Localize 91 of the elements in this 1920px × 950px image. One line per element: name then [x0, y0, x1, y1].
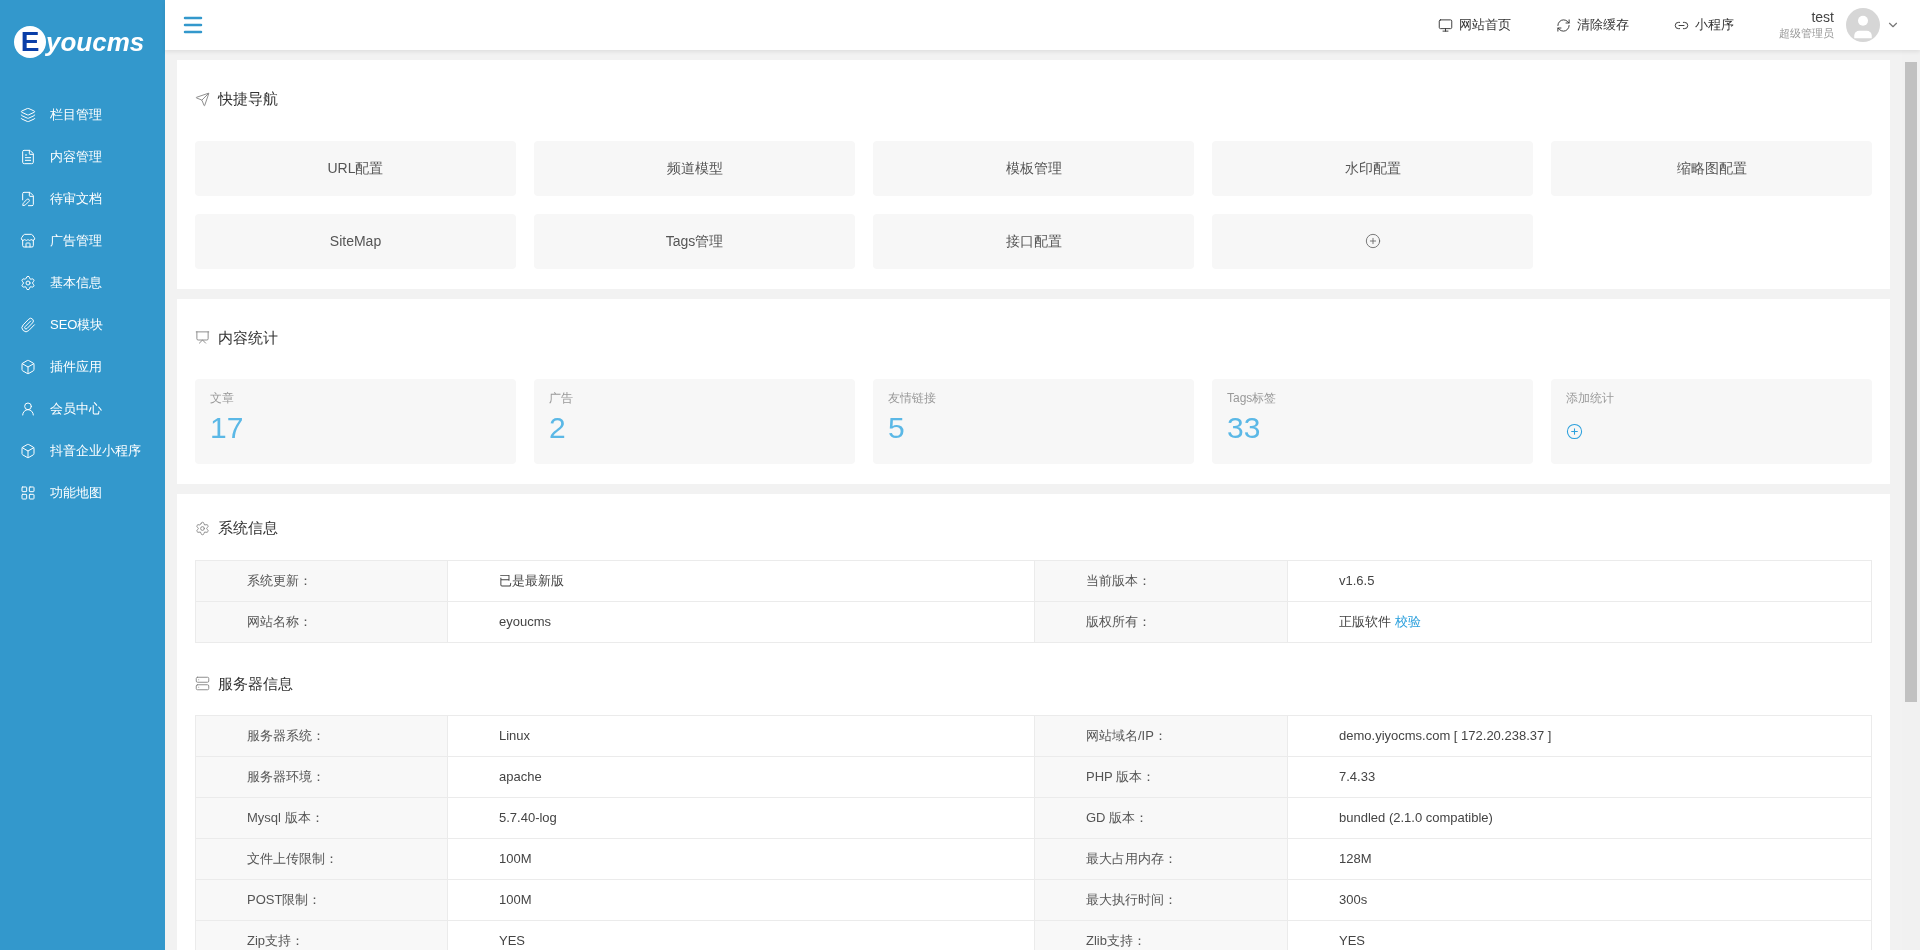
value-text: YES [1339, 932, 1365, 950]
header-link[interactable]: 小程序 [1674, 15, 1734, 35]
logo-mark: E [14, 26, 46, 58]
stat-label: Tags标签 [1227, 390, 1278, 407]
label-cell: 服务器环境： [196, 757, 448, 798]
document-icon [20, 149, 36, 165]
value-text: eyoucms [499, 612, 552, 631]
label-cell: 服务器系统： [196, 716, 448, 757]
section-title: 快捷导航 [218, 89, 278, 109]
monitor-icon [1438, 17, 1453, 33]
stat-label: 友情链接 [888, 390, 937, 407]
value-text: bundled (2.1.0 compatible) [1339, 809, 1493, 828]
sidebar-item[interactable]: 抖音企业小程序 [0, 430, 165, 472]
section-title: 内容统计 [218, 327, 278, 348]
cube-icon [20, 443, 36, 459]
header-link[interactable]: 清除缓存 [1556, 15, 1629, 35]
server-icon [195, 676, 210, 692]
send-icon [195, 91, 210, 107]
quick-nav-button[interactable]: 接口配置 [873, 213, 1194, 269]
stat-value: 5 [888, 413, 906, 443]
value-text: 300s [1339, 891, 1368, 910]
value-text: 5.7.40-log [499, 809, 557, 828]
stat-value: 17 [210, 413, 245, 443]
label-cell: 网站域名/IP： [1035, 716, 1288, 757]
settings-icon [195, 520, 210, 536]
quick-nav-button[interactable]: URL配置 [195, 140, 516, 196]
sidebar-item[interactable]: 待审文档 [0, 178, 165, 220]
quick-nav-button[interactable]: 缩略图配置 [1551, 140, 1872, 196]
value-text: v1.6.5 [1339, 571, 1375, 590]
label-cell: 网站名称： [196, 601, 448, 643]
user-name: test [1811, 9, 1834, 27]
logo-text: youcms [46, 25, 145, 59]
value-text: 正版软件 [1339, 612, 1391, 631]
paperclip-icon [20, 317, 36, 333]
stat-label: 广告 [549, 390, 574, 407]
quick-nav-button[interactable]: SiteMap [195, 213, 516, 269]
label-cell: Zlib支持： [1035, 921, 1288, 950]
label-cell: 最大执行时间： [1035, 880, 1288, 921]
user-role: 超级管理员 [1779, 26, 1834, 41]
stat-label: 添加统计 [1566, 390, 1615, 407]
quick-nav-button[interactable]: 频道模型 [534, 140, 855, 196]
label-cell: Mysql 版本： [196, 798, 448, 839]
value-text: demo.yiyocms.com [ 172.20.238.37 ] [1339, 727, 1552, 746]
layers-icon [20, 107, 36, 123]
add-icon[interactable] [1566, 423, 1583, 440]
chart-board-icon [195, 330, 210, 346]
section-title: 系统信息 [218, 518, 278, 538]
avatar[interactable] [1846, 8, 1880, 42]
label-cell: 当前版本： [1035, 560, 1288, 602]
refresh-icon [1556, 17, 1571, 33]
sidebar-item[interactable]: 功能地图 [0, 472, 165, 514]
sidebar-item[interactable]: 基本信息 [0, 262, 165, 304]
label-cell: 最大占用内存： [1035, 839, 1288, 880]
quick-nav-button[interactable]: Tags管理 [534, 213, 855, 269]
stat-label: 文章 [210, 390, 235, 407]
label-cell: PHP 版本： [1035, 757, 1288, 798]
add-icon [1364, 233, 1381, 249]
label-cell: Zip支持： [196, 921, 448, 950]
value-text: Linux [499, 727, 531, 746]
grid-icon [20, 485, 36, 501]
quick-nav-button[interactable]: 水印配置 [1212, 140, 1533, 196]
verify-link[interactable]: 校验 [1395, 611, 1421, 632]
stat-value: 33 [1227, 413, 1262, 443]
section-title: 服务器信息 [218, 673, 293, 694]
sidebar-item[interactable]: 插件应用 [0, 346, 165, 388]
value-text: 128M [1339, 850, 1372, 869]
storefront-icon [20, 233, 36, 249]
cube-icon [20, 359, 36, 375]
value-text: 100M [499, 850, 532, 869]
value-text: 7.4.33 [1339, 768, 1376, 787]
label-cell: 版权所有： [1035, 601, 1288, 643]
sidebar-item[interactable]: 会员中心 [0, 388, 165, 430]
value-text: YES [499, 932, 525, 950]
document-edit-icon [20, 191, 36, 207]
value-text: apache [499, 768, 542, 787]
quick-nav-button[interactable]: 模板管理 [873, 140, 1194, 196]
stat-value: 2 [549, 413, 567, 443]
label-cell: GD 版本： [1035, 798, 1288, 839]
sidebar-item[interactable]: SEO模块 [0, 304, 165, 346]
label-cell: 文件上传限制： [196, 839, 448, 880]
label-cell: POST限制： [196, 880, 448, 921]
settings-icon [20, 275, 36, 291]
sidebar-item[interactable]: 广告管理 [0, 220, 165, 262]
header-link[interactable]: 网站首页 [1438, 15, 1511, 35]
value-text: 100M [499, 891, 532, 910]
stat-card[interactable]: 添加统计 [1551, 379, 1872, 464]
sidebar-item[interactable]: 栏目管理 [0, 94, 165, 136]
user-icon [20, 401, 36, 417]
sidebar-item[interactable]: 内容管理 [0, 136, 165, 178]
value-text: 已是最新版 [499, 571, 564, 590]
label-cell: 系统更新： [196, 560, 448, 602]
